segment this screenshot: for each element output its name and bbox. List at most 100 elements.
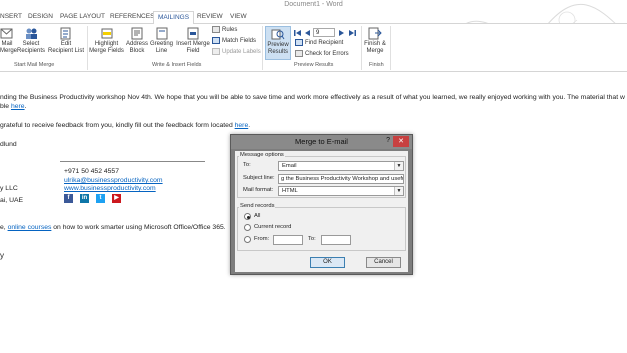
- to-select[interactable]: Email ▼: [278, 161, 404, 171]
- find-recipient-label: Find Recipient: [305, 40, 344, 47]
- course-line-suffix: on how to work smarter using Microsoft O…: [51, 224, 226, 231]
- doc-line-3-text: grateful to receive feedback from you, k…: [0, 122, 235, 129]
- online-courses-link[interactable]: online courses: [8, 224, 52, 231]
- finish-label: Finish &: [364, 41, 386, 47]
- here-link-2[interactable]: here: [235, 122, 249, 129]
- all-radio[interactable]: [244, 213, 251, 220]
- finish-merge-button[interactable]: Finish & Merge: [362, 27, 388, 55]
- signature-divider: [60, 161, 205, 162]
- recipient-list-label: Recipient List: [47, 48, 85, 54]
- dialog-body: Message options To: Email ▼ Subject line…: [235, 151, 408, 272]
- tab-insert[interactable]: NSERT: [0, 13, 22, 20]
- merge-fields-label: Merge Fields: [89, 48, 124, 54]
- doc-line-3: grateful to receive feedback from you, k…: [0, 122, 250, 129]
- group-write-insert-fields: Write & Insert Fields: [152, 62, 202, 68]
- check-errors-button[interactable]: Check for Errors: [295, 50, 349, 59]
- doc-line-2-text: ble: [0, 103, 11, 110]
- edit-list-icon: [60, 27, 71, 40]
- current-record-label: Current record: [254, 224, 292, 230]
- doc-line-1: nding the Business Productivity workshop…: [0, 94, 625, 101]
- line-label: Line: [155, 48, 168, 54]
- greeting-line-button[interactable]: Greeting Line: [148, 27, 175, 55]
- highlight-label: Highlight: [94, 41, 119, 47]
- next-record-icon[interactable]: [338, 29, 345, 37]
- close-icon[interactable]: ✕: [393, 136, 409, 147]
- chevron-down-icon: ▼: [394, 187, 403, 195]
- tab-references[interactable]: REFERENCES: [110, 13, 154, 20]
- rules-icon: [212, 26, 220, 33]
- find-recipient-button[interactable]: Find Recipient: [295, 39, 343, 48]
- mail-merge-icon: [0, 28, 13, 39]
- from-label: From:: [254, 236, 270, 242]
- group-start-mail-merge: Start Mail Merge: [14, 62, 55, 68]
- select-recipients-button[interactable]: Select Recipients: [15, 27, 47, 55]
- address-label: Address: [125, 41, 148, 47]
- check-errors-icon: [295, 50, 303, 57]
- mail-format-select[interactable]: HTML ▼: [278, 186, 404, 196]
- location: ai, UAE: [0, 197, 24, 204]
- course-line-prefix: e,: [0, 224, 8, 231]
- current-record-radio[interactable]: [244, 224, 251, 231]
- first-record-icon[interactable]: [294, 29, 302, 37]
- greeting-label: Greeting: [149, 41, 173, 47]
- edit-recipient-list-button[interactable]: Edit Recipient List: [46, 27, 86, 55]
- email-link[interactable]: ulrika@businessproductivity.com: [64, 177, 163, 184]
- recipients-label: Recipients: [16, 48, 45, 54]
- message-options-label: Message options: [239, 152, 285, 158]
- facebook-icon[interactable]: f: [64, 194, 73, 203]
- record-number-input[interactable]: 9: [313, 28, 335, 37]
- all-label: All: [254, 213, 261, 219]
- from-radio[interactable]: [244, 236, 251, 243]
- tab-view[interactable]: VIEW: [230, 13, 247, 20]
- merge-to-email-dialog: Merge to E-mail ? ✕ Message options To: …: [230, 134, 413, 275]
- address-block-icon: [131, 27, 143, 40]
- highlight-merge-fields-button[interactable]: Highlight Merge Fields: [88, 27, 125, 55]
- tab-mailings[interactable]: MAILINGS: [153, 11, 195, 25]
- tab-design[interactable]: DESIGN: [28, 13, 53, 20]
- doc-line-2: ble here.: [0, 103, 26, 110]
- update-labels-button[interactable]: Update Labels: [212, 48, 261, 57]
- update-labels-label: Update Labels: [222, 49, 261, 56]
- to-value: Email: [282, 163, 297, 169]
- website-link[interactable]: www.businessproductivity.com: [64, 185, 156, 192]
- help-icon[interactable]: ?: [386, 137, 390, 144]
- update-labels-icon: [212, 48, 220, 55]
- signature-name: dlund: [0, 141, 17, 148]
- chevron-down-icon: ▼: [394, 162, 403, 170]
- rules-button[interactable]: Rules: [212, 26, 237, 35]
- send-records-label: Send records: [239, 203, 276, 209]
- trailing-text: y: [0, 251, 4, 260]
- to-label: To:: [243, 162, 251, 168]
- dialog-title: Merge to E-mail: [231, 135, 412, 149]
- preview-label: Preview: [267, 42, 289, 48]
- ribbon-tabs: NSERT DESIGN PAGE LAYOUT REFERENCES MAIL…: [0, 11, 627, 25]
- previous-record-icon[interactable]: [304, 29, 311, 37]
- highlight-icon: [101, 28, 112, 39]
- ribbon: Mail Merge Select Recipients Edit Recipi…: [0, 24, 627, 72]
- tab-review[interactable]: REVIEW: [197, 13, 223, 20]
- preview-results-button[interactable]: Preview Results: [265, 26, 291, 60]
- last-record-icon[interactable]: [348, 29, 356, 37]
- youtube-icon[interactable]: ▶: [112, 194, 121, 203]
- mail-format-label: Mail format:: [243, 187, 274, 193]
- field-label: Field: [186, 48, 200, 54]
- start-mail-merge-button[interactable]: Mail Merge: [0, 27, 17, 55]
- from-input[interactable]: [273, 235, 303, 245]
- tab-page-layout[interactable]: PAGE LAYOUT: [60, 13, 105, 20]
- find-recipient-icon: [295, 39, 303, 46]
- linkedin-icon[interactable]: in: [80, 194, 89, 203]
- ok-button[interactable]: OK: [310, 257, 345, 268]
- select-label: Select: [22, 41, 40, 47]
- cancel-button[interactable]: Cancel: [366, 257, 401, 268]
- here-link-1[interactable]: here: [11, 103, 25, 110]
- insert-merge-field-button[interactable]: Insert Merge Field: [174, 27, 212, 55]
- mail-label: Mail: [1, 41, 13, 47]
- insert-field-icon: [187, 27, 199, 40]
- subject-input[interactable]: g the Business Productivity Workshop and…: [278, 174, 404, 184]
- match-fields-button[interactable]: Match Fields: [212, 37, 256, 46]
- to-range-input[interactable]: [321, 235, 351, 245]
- ribbon-separator: [390, 26, 391, 70]
- address-block-button[interactable]: Address Block: [124, 27, 150, 55]
- twitter-icon[interactable]: t: [96, 194, 105, 203]
- mail-format-value: HTML: [282, 188, 298, 194]
